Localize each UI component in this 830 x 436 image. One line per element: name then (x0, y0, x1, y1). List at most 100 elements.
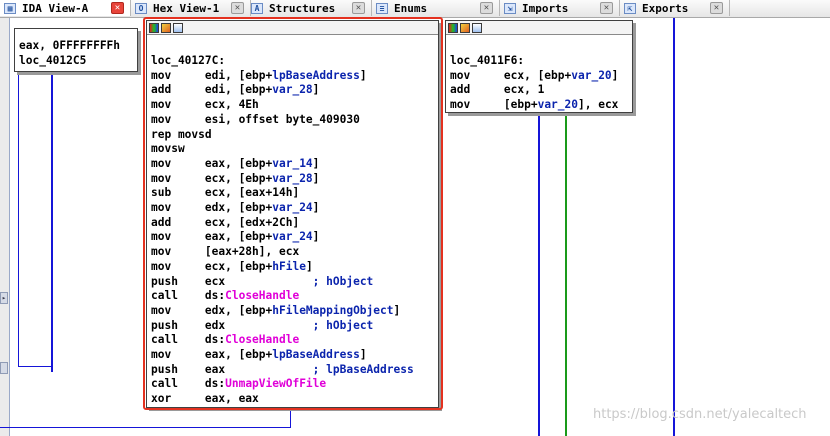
code-line[interactable]: add edi, [ebp+var_28] (151, 83, 438, 98)
code-line[interactable]: xor eax, eax (151, 392, 438, 407)
code-line[interactable]: mov eax, [ebp+var_14] (151, 157, 438, 172)
close-icon[interactable]: ✕ (111, 2, 124, 14)
operand: ] (611, 68, 619, 82)
color-icon[interactable] (149, 22, 159, 33)
tab-label: Enums (394, 1, 428, 15)
node-loc-4011f6[interactable]: loc_4011F6: mov ecx, [ebp+var_20] add ecx,… (445, 20, 633, 113)
exports-icon: ⇱ (624, 2, 636, 14)
left-scroll-strip[interactable]: ▸ (0, 18, 10, 436)
code-line[interactable]: mov edx, [ebp+var_24] (151, 201, 438, 216)
operand: esi, offset byte_409030 (204, 112, 360, 126)
tab-enums[interactable]: ≡ Enums ✕ (372, 0, 500, 16)
graph-edge (18, 366, 52, 367)
symbol: var_24 (272, 201, 313, 215)
code-line[interactable]: eax, 0FFFFFFFFh (19, 39, 137, 54)
mnemonic: rep movsd (151, 127, 212, 141)
code-line[interactable]: mov edx, [ebp+hFileMappingObject] (151, 304, 438, 319)
tab-imports[interactable]: ⇲ Imports ✕ (500, 0, 620, 16)
code-line[interactable]: movsw (151, 142, 438, 157)
close-icon[interactable]: ✕ (352, 2, 365, 14)
close-icon[interactable]: ✕ (231, 2, 244, 14)
operand: ecx, [eax+14h] (204, 186, 300, 200)
operand: eax (204, 362, 226, 376)
tab-structures[interactable]: A Structures ✕ (247, 0, 372, 16)
close-icon[interactable]: ✕ (480, 2, 493, 14)
operand: [ebp+ (503, 98, 538, 112)
code-label[interactable]: loc_40127C: (151, 54, 438, 69)
code-line[interactable]: mov ecx, [ebp+var_20] (450, 69, 632, 84)
mnemonic: mov (151, 68, 205, 82)
scroll-handle[interactable] (0, 362, 8, 374)
symbol: lpBaseAddress (272, 68, 360, 82)
operand: ] (393, 303, 401, 317)
color-icon[interactable] (448, 22, 458, 33)
mnemonic: mov (151, 303, 205, 317)
code-line[interactable]: mov ecx, [ebp+hFile] (151, 260, 438, 275)
operand: ecx, [ebp+ (204, 171, 273, 185)
code-line[interactable]: mov edi, [ebp+lpBaseAddress] (151, 69, 438, 84)
code-line[interactable]: mov eax, [ebp+lpBaseAddress] (151, 348, 438, 363)
api-name: CloseHandle (225, 289, 300, 303)
tab-label: Structures (269, 1, 336, 15)
tab-label: Exports (642, 1, 689, 15)
mnemonic: add (151, 83, 205, 97)
code-line[interactable]: mov ecx, [ebp+var_28] (151, 172, 438, 187)
scroll-arrow-icon[interactable]: ▸ (0, 292, 8, 304)
symbol: var_20 (571, 68, 612, 82)
code-line[interactable]: push eax ; lpBaseAddress (151, 363, 438, 378)
code-line[interactable]: mov ecx, 4Eh (151, 98, 438, 113)
operand: [eax+28h], ecx (204, 245, 300, 259)
ida-view-icon: ▦ (4, 2, 16, 14)
code-line[interactable]: sub ecx, [eax+14h] (151, 186, 438, 201)
mnemonic: add (450, 83, 504, 97)
code-line[interactable]: mov esi, offset byte_409030 (151, 113, 438, 128)
mnemonic: push (151, 274, 205, 288)
rename-icon[interactable] (460, 22, 470, 33)
operand: ] (359, 348, 367, 362)
code-line[interactable]: rep movsd (151, 128, 438, 143)
node-left[interactable]: eax, 0FFFFFFFFh loc_4012C5 (14, 28, 138, 72)
symbol: var_20 (537, 98, 578, 112)
close-icon[interactable]: ✕ (710, 2, 723, 14)
mnemonic: mov (151, 171, 205, 185)
mnemonic: mov (151, 156, 205, 170)
tab-ida-view-a[interactable]: ▦ IDA View-A ✕ (0, 0, 131, 16)
operand: ], ecx (578, 98, 619, 112)
operand: ecx, 1 (503, 83, 545, 97)
code-line[interactable]: mov [eax+28h], ecx (151, 245, 438, 260)
group-icon[interactable] (173, 22, 183, 33)
code-line[interactable]: mov [ebp+var_20], ecx (450, 98, 632, 113)
mnemonic: sub (151, 186, 205, 200)
mnemonic: mov (151, 201, 205, 215)
operand: ds: (204, 333, 226, 347)
code-line[interactable]: push edx ; hObject (151, 319, 438, 334)
group-icon[interactable] (472, 22, 482, 33)
hex-view-icon: O (135, 2, 147, 14)
code-line[interactable]: loc_4012C5 (19, 54, 137, 69)
tab-label: IDA View-A (22, 1, 89, 15)
code-line[interactable]: mov eax, [ebp+var_24] (151, 230, 438, 245)
operand: ecx (204, 274, 226, 288)
node-loc-40127c[interactable]: loc_40127C: mov edi, [ebp+lpBaseAddress] a… (146, 20, 439, 408)
rename-icon[interactable] (161, 22, 171, 33)
code-line[interactable]: call ds:CloseHandle (151, 333, 438, 348)
code-line[interactable]: push ecx ; hObject (151, 275, 438, 290)
tab-exports[interactable]: ⇱ Exports ✕ (620, 0, 730, 16)
operand: ecx, [edx+2Ch] (204, 215, 300, 229)
tab-hex-view-1[interactable]: O Hex View-1 ✕ (131, 0, 251, 16)
code-line[interactable]: add ecx, 1 (450, 83, 632, 98)
operand: eax, [ebp+ (204, 230, 273, 244)
code-line[interactable]: call ds:CloseHandle (151, 289, 438, 304)
mnemonic: call (151, 289, 205, 303)
comment: ; lpBaseAddress (225, 362, 414, 376)
operand: edx, [ebp+ (204, 201, 273, 215)
mnemonic: add (151, 215, 205, 229)
operand: ] (359, 68, 367, 82)
mnemonic: push (151, 362, 205, 376)
code-line[interactable]: loc_4011F6: (450, 54, 632, 69)
code-line[interactable]: call ds:UnmapViewOfFile (151, 377, 438, 392)
mnemonic: mov (450, 98, 504, 112)
code-line[interactable]: add ecx, [edx+2Ch] (151, 216, 438, 231)
close-icon[interactable]: ✕ (600, 2, 613, 14)
graph-edge (673, 18, 675, 436)
